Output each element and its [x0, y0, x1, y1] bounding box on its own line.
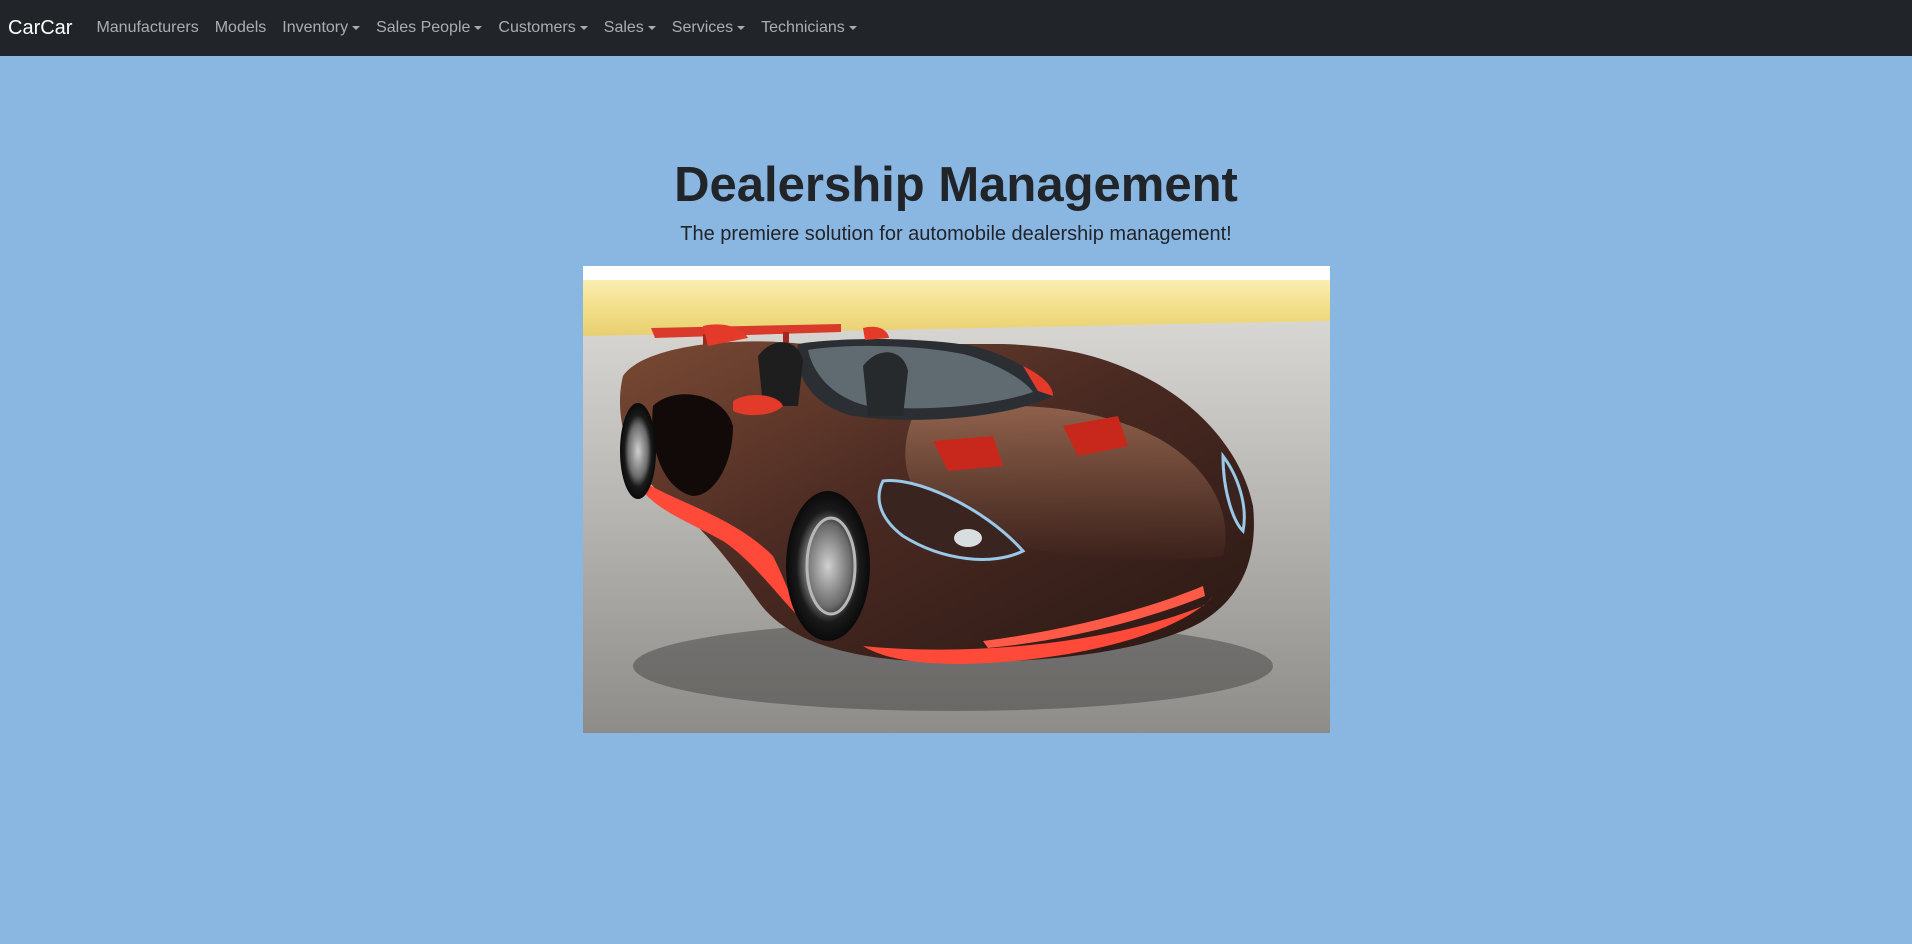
nav-item-label: Models — [214, 19, 267, 36]
nav-dropdown-customers[interactable]: Customers — [490, 11, 595, 45]
caret-down-icon — [579, 26, 588, 30]
nav-dropdown-sales[interactable]: Sales — [596, 11, 664, 45]
nav-item-label: Sales — [603, 19, 644, 36]
caret-down-icon — [737, 26, 746, 30]
nav-item-label: Sales People — [376, 19, 471, 36]
nav-item-label: Services — [671, 19, 734, 36]
brand-link[interactable]: CarCar — [8, 17, 72, 40]
caret-down-icon — [647, 26, 656, 30]
nav-dropdown-sales-people[interactable]: Sales People — [368, 11, 490, 45]
page-title: Dealership Management — [674, 158, 1238, 212]
main-content: Dealership Management The premiere solut… — [0, 56, 1912, 733]
nav-item-label: Customers — [498, 19, 576, 36]
nav-item-label: Inventory — [282, 19, 349, 36]
nav-item-label: Technicians — [761, 19, 845, 36]
caret-down-icon — [474, 26, 483, 30]
nav-dropdown-services[interactable]: Services — [664, 11, 753, 45]
nav-item-manufacturers[interactable]: Manufacturers — [88, 11, 206, 45]
nav-dropdown-inventory[interactable]: Inventory — [274, 11, 368, 45]
caret-down-icon — [848, 26, 857, 30]
hero-image — [582, 265, 1330, 733]
nav-dropdown-technicians[interactable]: Technicians — [753, 11, 865, 45]
nav-item-label: Manufacturers — [96, 19, 199, 36]
page-subtitle: The premiere solution for automobile dea… — [680, 222, 1232, 245]
nav-list: Manufacturers Models Inventory Sales Peo… — [88, 11, 864, 45]
caret-down-icon — [352, 26, 361, 30]
sports-car-image — [582, 265, 1330, 733]
nav-item-models[interactable]: Models — [207, 11, 275, 45]
top-navbar: CarCar Manufacturers Models Inventory Sa… — [0, 0, 1912, 56]
